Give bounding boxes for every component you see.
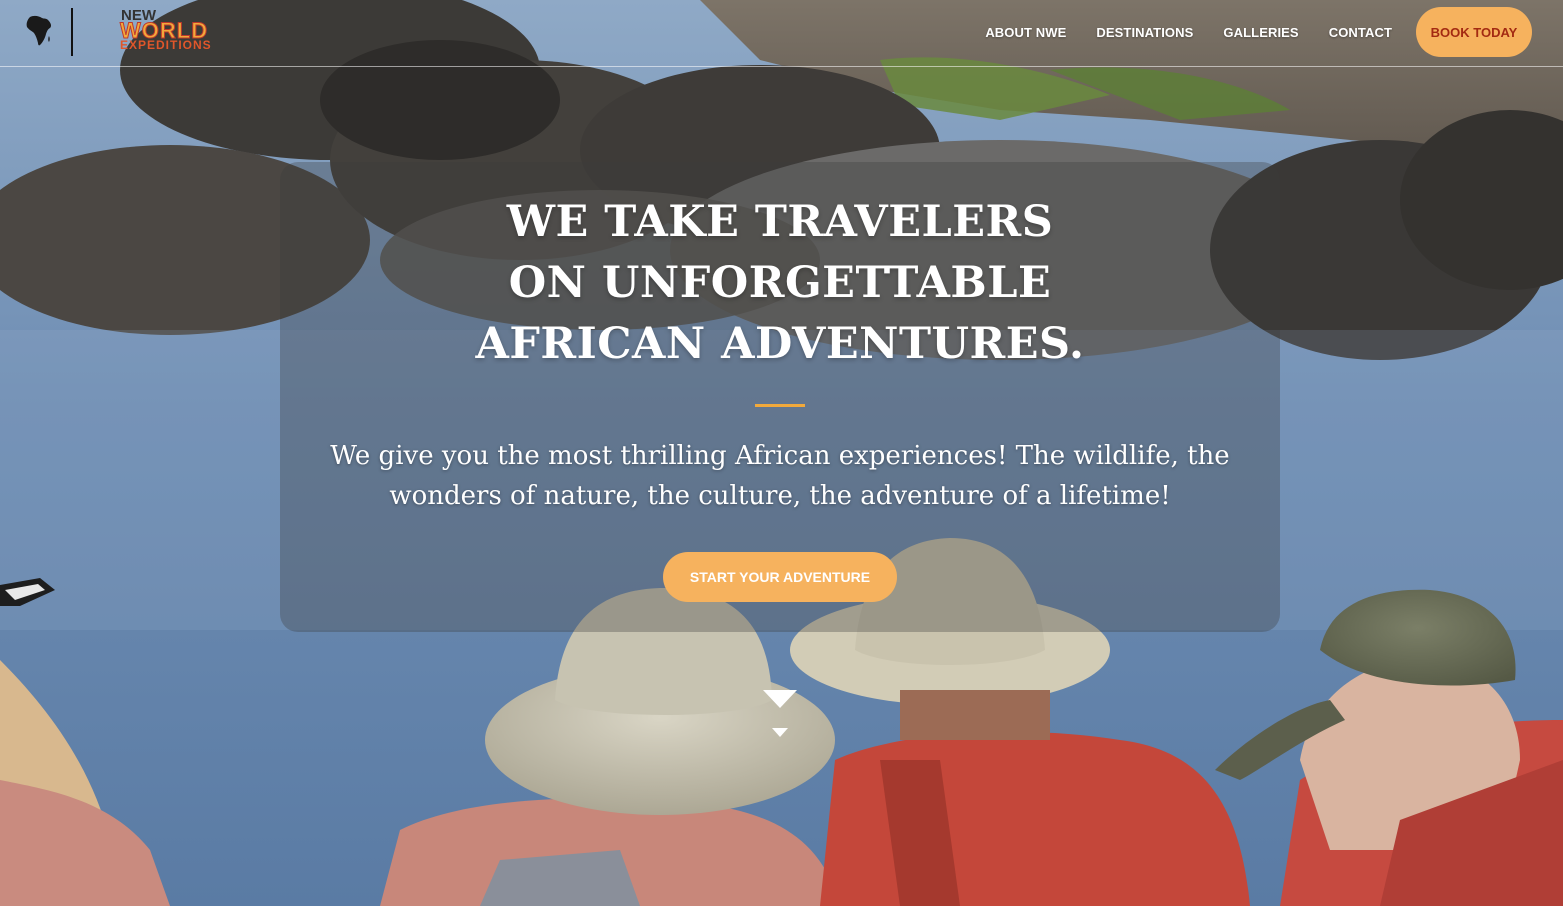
- nav-divider: [71, 8, 73, 56]
- top-navigation: NEW WORLD EXPEDITIONS ABOUT NWE DESTINAT…: [0, 0, 1563, 67]
- book-today-button[interactable]: BOOK TODAY: [1416, 7, 1532, 57]
- nav-link-destinations[interactable]: DESTINATIONS: [1096, 25, 1193, 40]
- hero-subtitle: We give you the most thrilling African e…: [330, 441, 1230, 511]
- hero-divider: [755, 404, 805, 407]
- africa-icon[interactable]: [24, 14, 54, 48]
- hero-card: WE TAKE TRAVELERS ON UNFORGETTABLE AFRIC…: [280, 162, 1280, 632]
- nav-link-about[interactable]: ABOUT NWE: [985, 25, 1066, 40]
- chevron-down-icon[interactable]: [761, 686, 799, 742]
- nav-link-galleries[interactable]: GALLERIES: [1223, 25, 1298, 40]
- hero-title: WE TAKE TRAVELERS ON UNFORGETTABLE AFRIC…: [475, 197, 1085, 369]
- brand-logo[interactable]: NEW WORLD EXPEDITIONS: [118, 8, 243, 56]
- nav-link-contact[interactable]: CONTACT: [1329, 25, 1392, 40]
- main-menu: ABOUT NWE DESTINATIONS GALLERIES CONTACT…: [985, 7, 1532, 57]
- start-adventure-button[interactable]: START YOUR ADVENTURE: [663, 552, 897, 602]
- logo-line-expeditions: EXPEDITIONS: [120, 38, 212, 52]
